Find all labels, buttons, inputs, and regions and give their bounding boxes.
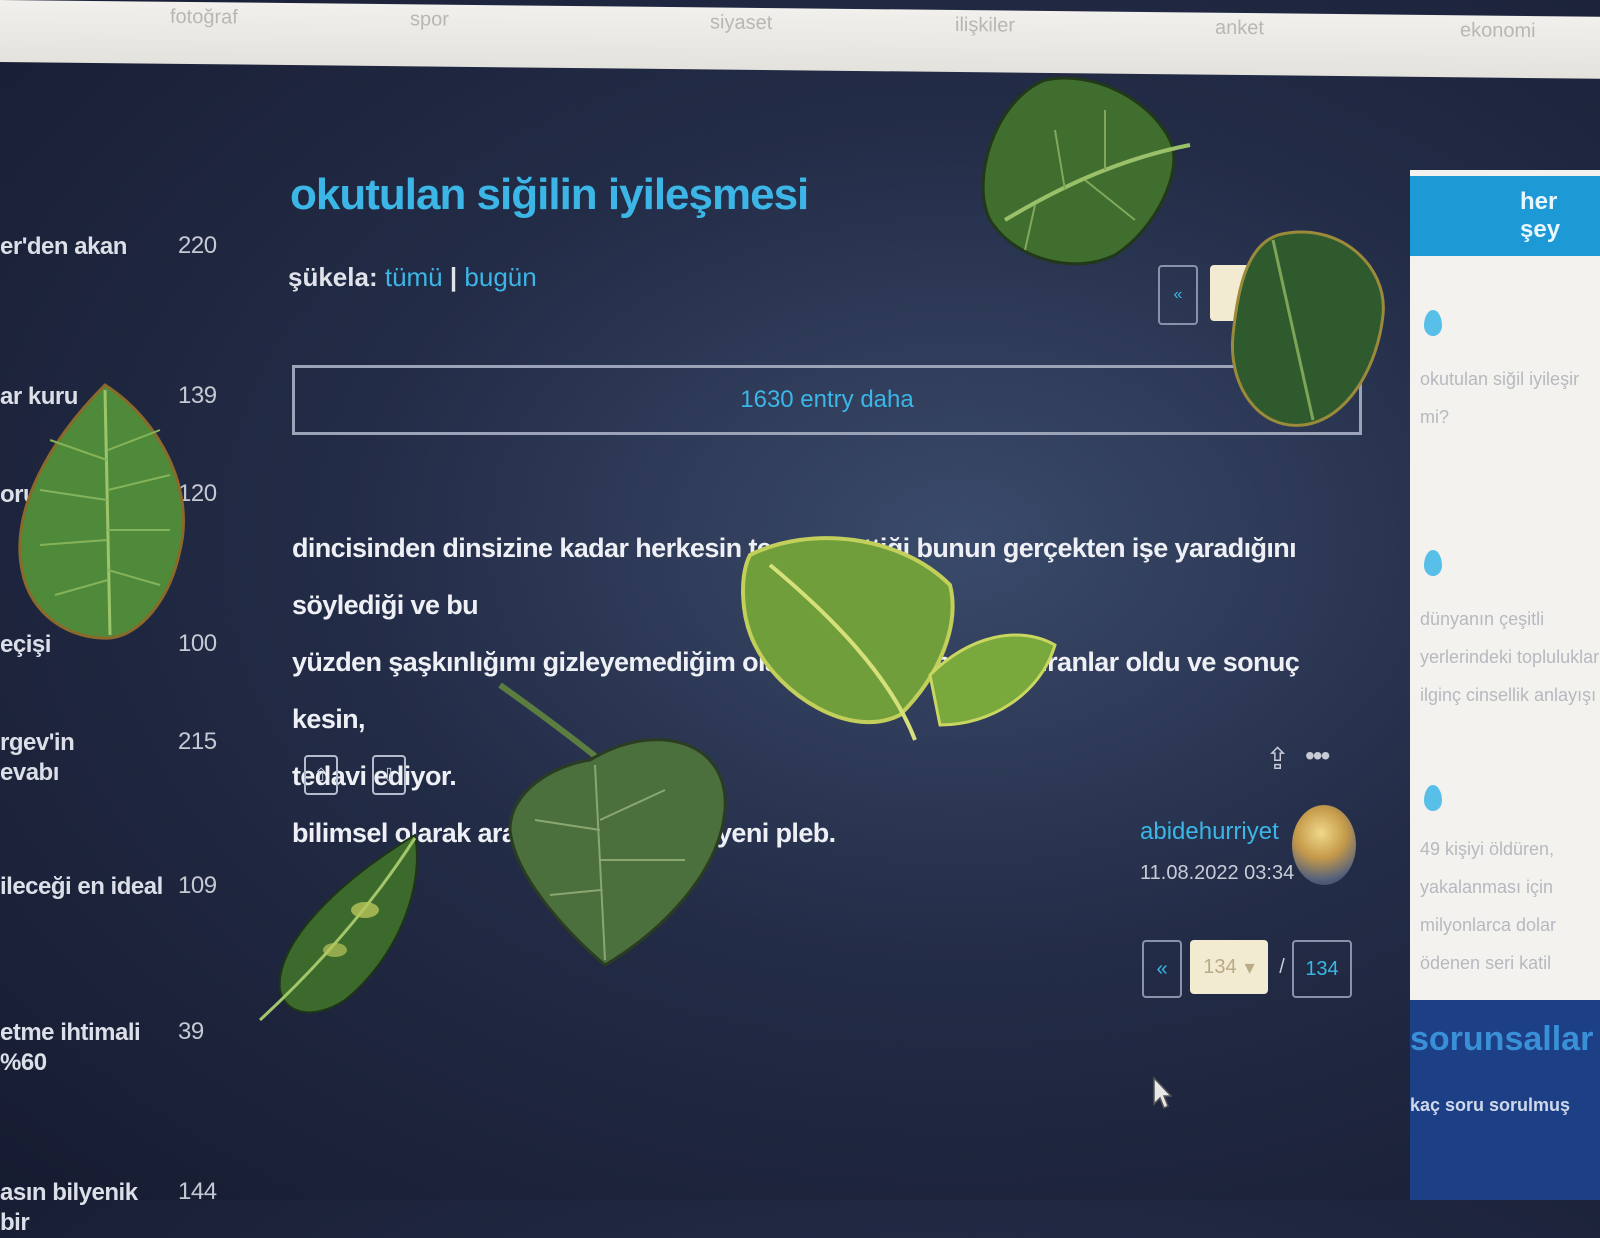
topic-count: 109	[178, 872, 217, 899]
leaf-image	[981, 76, 1191, 266]
topnav-item-3[interactable]: siyaset	[710, 11, 772, 35]
topic-count: 215	[178, 728, 217, 755]
downvote-button[interactable]: ⇩	[372, 755, 406, 795]
topic-count: 39	[178, 1018, 204, 1045]
topic-title-heading[interactable]: okutulan siğilin iyileşmesi	[290, 170, 809, 220]
topic-title: asın bilyenik bir	[0, 1179, 138, 1236]
topic-list: er'den akan 220 ar kuru 139 oru 120 eçiş…	[0, 210, 240, 1236]
drop-icon	[1424, 550, 1442, 576]
leaf-image	[18, 383, 185, 640]
top-navbar: fotoğraf spor siyaset ilişkiler anket ek…	[0, 0, 1600, 79]
prev-page-button-top[interactable]: «	[1158, 265, 1198, 325]
topnav-item-6[interactable]: ekonomi	[1460, 19, 1536, 43]
topic-count: 144	[178, 1178, 217, 1205]
topnav-item-5[interactable]: anket	[1215, 17, 1264, 41]
leaf-image	[258, 833, 418, 1022]
upvote-button[interactable]: ⇧	[304, 755, 338, 795]
topnav-item-1[interactable]: fotoğraf	[170, 6, 238, 30]
drop-icon	[1424, 785, 1442, 811]
page-select[interactable]: 134 ▾	[1190, 940, 1268, 994]
leaf-image	[741, 536, 1057, 741]
topnav-item-2[interactable]: spor	[410, 8, 449, 31]
entry-date[interactable]: 11.08.2022 03:34	[1140, 862, 1294, 885]
more-entries-button[interactable]: 1630 entry daha	[292, 365, 1362, 435]
drop-icon	[1424, 310, 1442, 336]
topic-title: ileceği en ideal	[0, 873, 163, 900]
author-link[interactable]: abidehurriyet	[1140, 818, 1279, 846]
last-page-button[interactable]: 134	[1292, 940, 1352, 998]
chevron-down-icon: ▾	[1244, 956, 1255, 979]
pager-separator: /	[1279, 955, 1285, 978]
topic-title: rgev'in evabı	[0, 729, 75, 786]
prev-page-button[interactable]: «	[1142, 940, 1182, 998]
sukela-label: şükela:	[288, 262, 378, 292]
leaf-image	[498, 682, 727, 967]
sukela-filter: şükela: tümü | bugün	[288, 262, 537, 293]
topnav-item-4[interactable]: ilişkiler	[955, 14, 1015, 38]
sidebar-footer: sorunsallar kaç soru sorulmuş	[1410, 1000, 1600, 1200]
share-icon[interactable]: ⇪	[1265, 742, 1290, 777]
entry-line: tedavi ediyor.	[292, 761, 457, 791]
more-options-icon[interactable]: •••	[1305, 740, 1330, 772]
page-select-value: 134	[1203, 955, 1237, 978]
sidebar-footer-subtitle[interactable]: kaç soru sorulmuş	[1410, 1095, 1570, 1116]
arrow-down-icon: ⇩	[381, 764, 397, 785]
sukela-today-link[interactable]: bugün	[464, 262, 536, 292]
sidebar-item[interactable]: okutulan siğil iyileşir mi?	[1420, 360, 1600, 436]
topic-count: 220	[178, 232, 217, 259]
right-sidebar: her şey okutulan siğil iyileşir mi? düny…	[1410, 170, 1600, 1200]
sukela-all-link[interactable]: tümü	[385, 262, 443, 292]
arrow-up-icon: ⇧	[313, 764, 329, 785]
sidebar-item[interactable]: dünyanın çeşitli yerlerindeki toplulukla…	[1420, 600, 1600, 714]
mouse-cursor-icon	[1153, 1076, 1172, 1110]
sukela-separator: |	[449, 262, 458, 292]
avatar[interactable]	[1292, 805, 1356, 885]
sidebar-item[interactable]: 49 kişiyi öldüren, yakalanması için mily…	[1420, 830, 1600, 982]
leaf-image	[1230, 230, 1385, 427]
topic-title: er'den akan	[0, 233, 127, 260]
topic-title: etme ihtimali %60	[0, 1019, 141, 1076]
sidebar-header[interactable]: her şey	[1410, 176, 1600, 256]
sidebar-footer-title[interactable]: sorunsallar	[1410, 1020, 1593, 1059]
